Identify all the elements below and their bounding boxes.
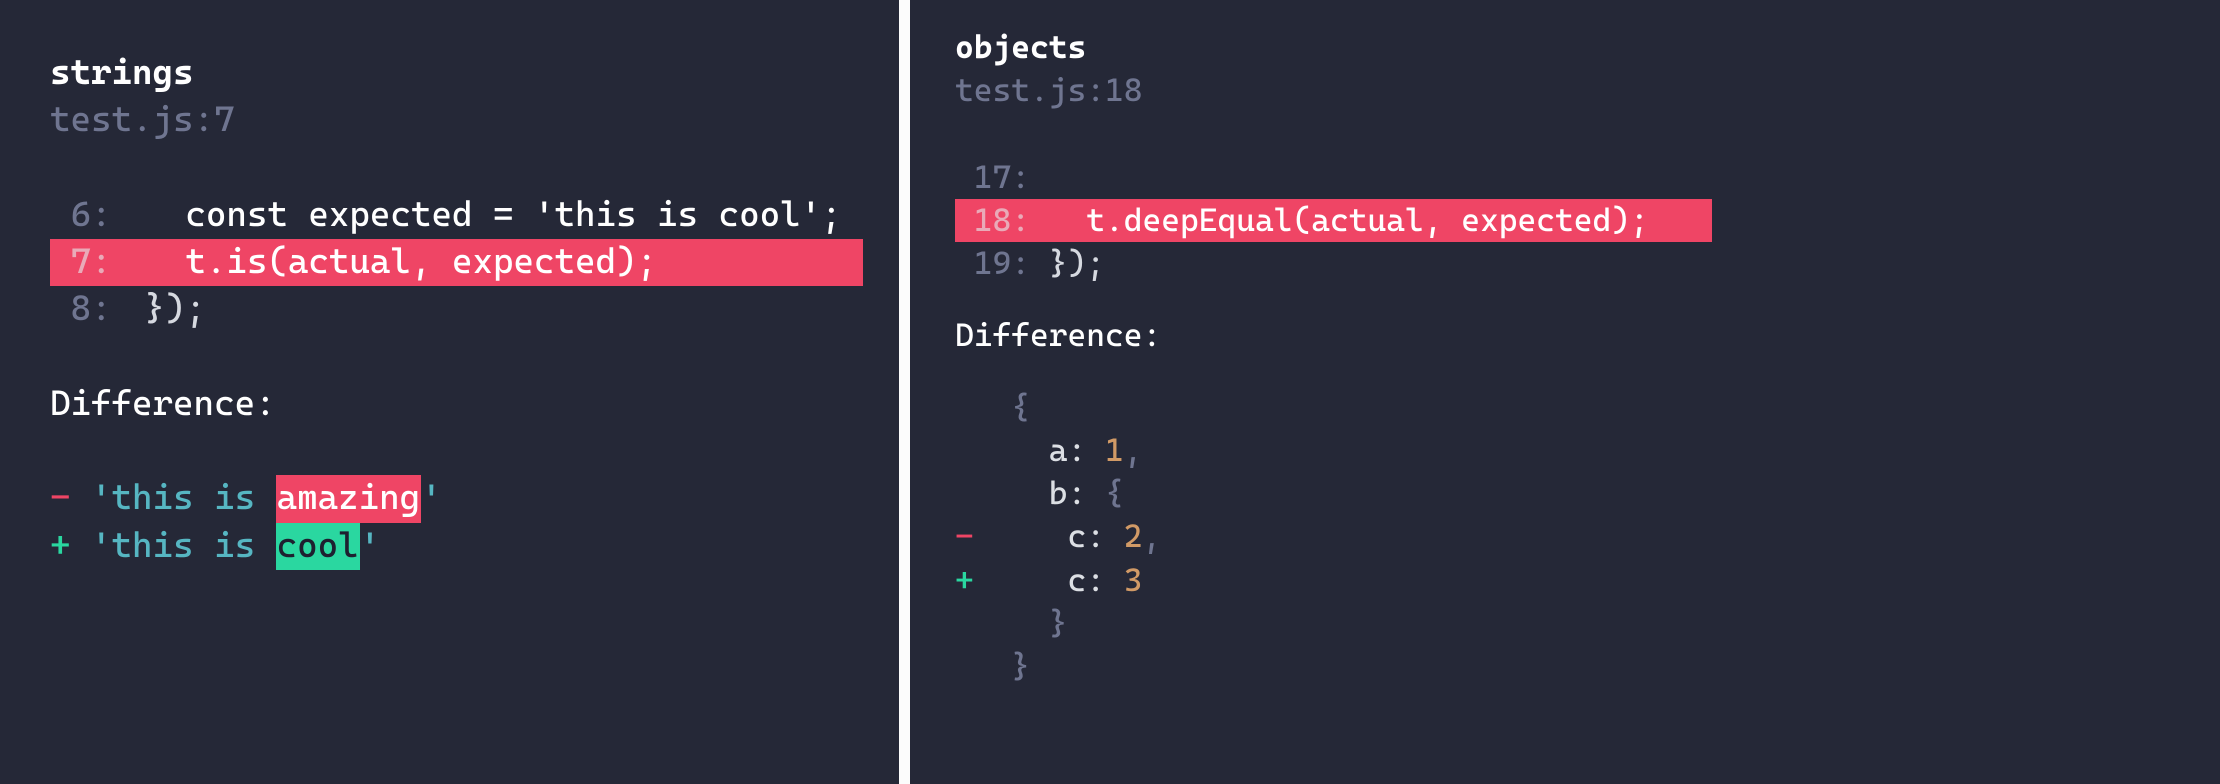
diff-added-word: cool <box>276 523 360 570</box>
quote: ' <box>360 523 381 570</box>
code-line: 17: <box>955 156 2220 199</box>
blank-line <box>50 145 899 192</box>
quote: ' <box>91 475 112 522</box>
quote: ' <box>91 523 112 570</box>
panel-divider <box>899 0 910 784</box>
brace: { <box>974 386 1030 429</box>
blank-line <box>50 334 899 381</box>
code-line: 6: const expected = 'this is cool'; <box>50 192 899 239</box>
code-text: }); <box>124 286 206 333</box>
obj-key: c: <box>1068 515 1124 558</box>
minus-sign: - <box>50 475 71 522</box>
panel-objects: objects test.js:18 17: 18: t.deepEqual(a… <box>910 0 2220 784</box>
code-text: t.deepEqual(actual, expected); <box>1030 199 1649 242</box>
difference-label: Difference: <box>955 314 2220 357</box>
plus-sign: + <box>955 559 974 602</box>
diff-line-removed: - 'this is amazing' <box>50 475 899 522</box>
blank-line <box>955 357 2220 386</box>
blank-line <box>50 428 899 475</box>
test-title: objects <box>955 26 2220 69</box>
obj-value: 2 <box>1124 515 1143 558</box>
diff-line-added: + 'this is cool' <box>50 523 899 570</box>
code-line: 19: }); <box>955 242 2220 285</box>
panel-strings: strings test.js:7 6: const expected = 't… <box>0 0 899 784</box>
code-text: t.is(actual, expected); <box>124 239 657 286</box>
minus-sign: - <box>955 515 974 558</box>
difference-label: Difference: <box>50 381 899 428</box>
obj-close: } <box>955 645 2220 688</box>
plus-sign: + <box>50 523 71 570</box>
blank-line <box>955 285 2220 314</box>
diff-removed-word: amazing <box>276 475 422 522</box>
brace: } <box>974 602 1068 645</box>
obj-value: 1 <box>1105 429 1124 472</box>
diff-line-removed: - c: 2, <box>955 515 2220 558</box>
obj-close-inner: } <box>955 602 2220 645</box>
brace: } <box>974 645 1030 688</box>
code-text: }); <box>1030 242 1105 285</box>
line-number: 18: <box>955 199 1030 242</box>
line-number: 7: <box>50 239 124 286</box>
brace: { <box>1105 472 1124 515</box>
diff-text: this is <box>112 475 276 522</box>
quote: ' <box>421 475 442 522</box>
blank-line <box>955 112 2220 155</box>
obj-key: b: <box>1049 472 1105 515</box>
obj-open: { <box>955 386 2220 429</box>
test-title: strings <box>50 50 899 97</box>
code-line-highlighted: 7: t.is(actual, expected); <box>50 239 899 286</box>
obj-key: c: <box>1068 559 1124 602</box>
line-number: 6: <box>50 192 124 239</box>
code-line: 8: }); <box>50 286 899 333</box>
line-number: 19: <box>955 242 1030 285</box>
line-number: 8: <box>50 286 124 333</box>
comma: , <box>1143 515 1162 558</box>
obj-key: a: <box>1049 429 1105 472</box>
diff-text: this is <box>112 523 276 570</box>
line-number: 17: <box>955 156 1030 199</box>
code-line-highlighted: 18: t.deepEqual(actual, expected); <box>955 199 2220 242</box>
code-text: const expected = 'this is cool'; <box>124 192 842 239</box>
diff-line-added: + c: 3 <box>955 559 2220 602</box>
test-location: test.js:7 <box>50 97 899 144</box>
comma: , <box>1124 429 1143 472</box>
obj-value: 3 <box>1124 559 1143 602</box>
obj-prop: a: 1, <box>955 429 2220 472</box>
obj-prop: b: { <box>955 472 2220 515</box>
test-location: test.js:18 <box>955 69 2220 112</box>
